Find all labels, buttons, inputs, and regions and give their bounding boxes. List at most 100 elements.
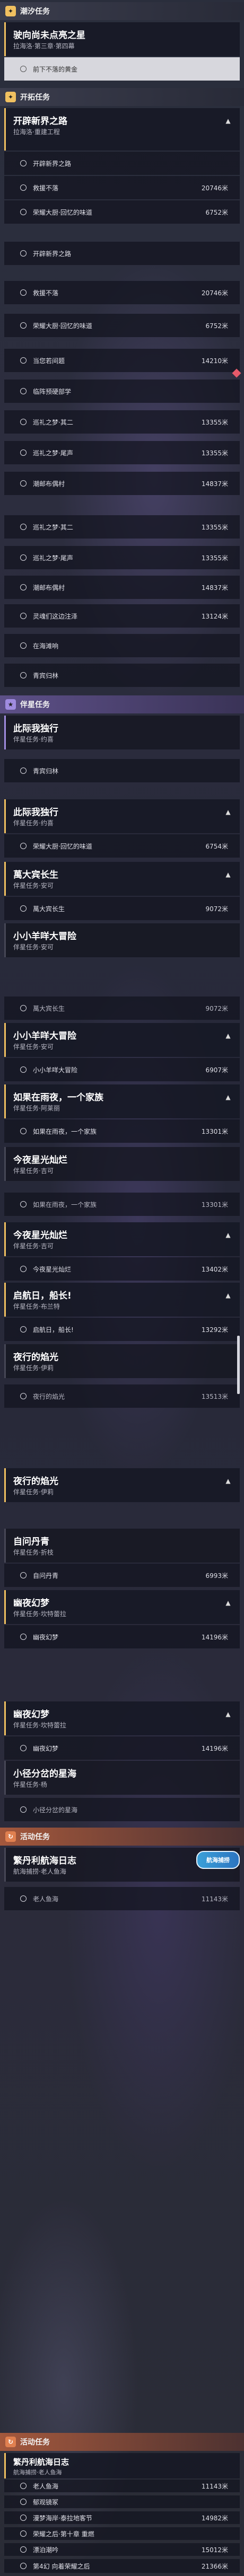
step-radio-icon — [20, 672, 27, 678]
step-radio-icon — [20, 1393, 27, 1399]
quest-step[interactable]: 当您若间题 14210米 — [4, 349, 240, 372]
quest-card[interactable]: 此际我独行 伴星任务·约喜 — [4, 716, 240, 749]
quest-step[interactable]: 巡礼之梦·尾声 13355米 — [4, 441, 240, 464]
chevron-up-icon[interactable]: ▲ — [224, 808, 232, 816]
quest-card[interactable]: 今夜星光灿烂 伴星任务·吉可 ▲ — [4, 1222, 240, 1256]
quest-card[interactable]: 启航日，船长! 伴星任务·布兰特 ▲ — [4, 1283, 240, 1317]
quest-step[interactable]: 小径分岔的星海 — [4, 1798, 240, 1821]
quest-step[interactable]: 漫梦海岸·泰拉地客节 14982米 — [4, 2511, 240, 2524]
quest-step[interactable]: 潮邮布偶村 14837米 — [4, 472, 240, 495]
quest-step[interactable]: 夜行的焰光 13513米 — [4, 1384, 240, 1408]
quest-step[interactable]: 前下不落的黄金 — [4, 57, 240, 81]
quest-step[interactable]: 荣耀大厨·回忆的味道 6752米 — [4, 200, 240, 224]
chevron-up-icon[interactable]: ▲ — [224, 1599, 232, 1607]
quest-step[interactable]: 巡礼之梦·其二 13355米 — [4, 515, 240, 539]
quest-step[interactable]: 第4幻 向着荣耀之后 21366米 — [4, 2559, 240, 2573]
step-distance: 6993米 — [205, 1572, 228, 1580]
quest-step[interactable]: 潮邮布偶村 14837米 — [4, 576, 240, 599]
quest-card[interactable]: 幽夜幻梦 伴星任务·坎特蕾拉 ▲ — [4, 1701, 240, 1735]
step-distance: 14196米 — [201, 1633, 228, 1641]
quest-subtitle: 伴星任务·吉可 — [13, 1242, 54, 1250]
section-header-event: ↻ 活动任务 — [0, 2433, 244, 2451]
quest-step[interactable]: 开辟新界之路 — [4, 242, 240, 265]
quest-card[interactable]: 驶向尚未点亮之星 拉海洛·第三章·第四幕 — [4, 22, 240, 56]
quest-step[interactable]: 幽夜幻梦 14196米 — [4, 1625, 240, 1648]
quest-step[interactable]: 萬大宾长生 9072米 — [4, 996, 240, 1020]
section-header-tide: ✦ 潮汐任务 — [0, 2, 244, 20]
step-distance: 11143米 — [201, 1895, 228, 1903]
quest-step[interactable]: 巡礼之梦·尾声 13355米 — [4, 546, 240, 569]
quest-card[interactable]: 自问丹青 伴星任务·折枝 — [4, 1529, 240, 1563]
quest-step[interactable]: 幽夜幻梦 14196米 — [4, 1736, 240, 1760]
step-distance: 9072米 — [205, 905, 228, 913]
quest-subtitle: 伴星任务·杨 — [13, 1781, 47, 1788]
step-distance: 21366米 — [201, 2562, 228, 2570]
step-distance: 13355米 — [201, 418, 228, 426]
step-label: 青宾归林 — [33, 672, 59, 680]
quest-card[interactable]: 如果在雨夜，一个家族 伴星任务·阿莱丽 ▲ — [4, 1084, 240, 1118]
chevron-up-icon[interactable]: ▲ — [224, 1031, 232, 1040]
quest-card[interactable]: 夜行的焰光 伴星任务·伊莉 — [4, 1344, 240, 1378]
chevron-up-icon[interactable]: ▲ — [224, 1093, 232, 1101]
quest-step[interactable]: 荣耀大厨·回忆的味道 6752米 — [4, 314, 240, 337]
quest-step[interactable]: 小小羊咩大冒险 6907米 — [4, 1058, 240, 1081]
quest-card[interactable]: 小径分岔的星海 伴星任务·杨 — [4, 1761, 240, 1795]
quest-card[interactable]: 繁丹利航海日志 航海捕捞·老人鱼海 — [4, 2453, 240, 2478]
chevron-up-icon[interactable]: ▲ — [224, 1231, 232, 1239]
step-distance: 13301米 — [201, 1127, 228, 1135]
step-distance: 13513米 — [201, 1392, 228, 1400]
companion-star-icon: ★ — [5, 699, 16, 710]
quest-step[interactable]: 青宾归林 — [4, 664, 240, 687]
scrollbar-thumb[interactable] — [237, 1336, 240, 1394]
step-radio-icon — [20, 160, 27, 166]
quest-name: 开辟新界之路 — [13, 116, 67, 127]
quest-step[interactable]: 如果在雨夜，一个家族 13301米 — [4, 1119, 240, 1143]
quest-step[interactable]: 郁观镜冢 — [4, 2495, 240, 2508]
quest-card[interactable]: 开辟新界之路 拉海洛·重建工程 ▲ — [4, 108, 240, 151]
quest-card[interactable]: 今夜星光灿烂 伴星任务·吉可 — [4, 1147, 240, 1181]
step-distance: 14837米 — [201, 480, 228, 488]
quest-subtitle: 拉海洛·第三章·第四幕 — [13, 42, 75, 50]
quest-step[interactable]: 漂泊潮吟 15012米 — [4, 2543, 240, 2556]
quest-step[interactable]: 老人鱼海 11143米 — [4, 2480, 240, 2492]
quest-subtitle: 伴星任务·坎特蕾拉 — [13, 1722, 66, 1729]
quest-step[interactable]: 临阵预硬部学 — [4, 380, 240, 403]
quest-step[interactable]: 今夜星光灿烂 13402米 — [4, 1257, 240, 1281]
quest-card[interactable]: 萬大宾长生 伴星任务·安可 ▲ — [4, 862, 240, 896]
quest-card[interactable]: 小小羊咩大冒险 伴星任务·安可 — [4, 923, 240, 957]
step-radio-icon — [20, 1266, 27, 1272]
sailing-event-logo: 航海捕捞 — [196, 1851, 240, 1869]
quest-step[interactable]: 荣耀之后·第十章 重燃 — [4, 2527, 240, 2540]
quest-step[interactable]: 救援不落 20746米 — [4, 281, 240, 304]
quest-step[interactable]: 自问丹青 6993米 — [4, 1564, 240, 1587]
step-distance: 14210米 — [201, 357, 228, 365]
step-radio-icon — [20, 209, 27, 215]
chevron-up-icon[interactable]: ▲ — [224, 117, 232, 125]
step-radio-icon — [20, 2515, 27, 2521]
quest-step[interactable]: 青宾归林 — [4, 759, 240, 782]
quest-step[interactable]: 老人鱼海 11143米 — [4, 1887, 240, 1910]
quest-step[interactable]: 萬大宾长生 9072米 — [4, 897, 240, 920]
step-distance: 13402米 — [201, 1265, 228, 1273]
quest-step[interactable]: 开辟新界之路 — [4, 152, 240, 175]
quest-step[interactable]: 巡礼之梦·其二 13355米 — [4, 410, 240, 434]
tide-task-icon: ✦ — [5, 6, 16, 16]
chevron-up-icon[interactable]: ▲ — [224, 870, 232, 879]
chevron-up-icon[interactable]: ▲ — [224, 1291, 232, 1300]
quest-subtitle: 航海捕捞·老人鱼海 — [13, 2469, 62, 2476]
quest-card[interactable]: 夜行的焰光 伴星任务·伊莉 ▲ — [4, 1468, 240, 1502]
quest-name: 繁丹利航海日志 — [13, 1856, 76, 1866]
quest-step[interactable]: 灵魂们这边注泽 13124米 — [4, 604, 240, 628]
quest-step[interactable]: 救援不落 20746米 — [4, 176, 240, 199]
quest-step[interactable]: 在海滩响 — [4, 634, 240, 657]
quest-card[interactable]: 幽夜幻梦 伴星任务·坎特蕾拉 ▲ — [4, 1590, 240, 1624]
quest-step[interactable]: 如果在雨夜，一个家族 13301米 — [4, 1193, 240, 1216]
quest-card[interactable]: 此际我独行 伴星任务·约喜 ▲ — [4, 799, 240, 833]
quest-step[interactable]: 启航日，船长! 13292米 — [4, 1318, 240, 1341]
quest-card[interactable]: 小小羊咩大冒险 伴星任务·安可 ▲ — [4, 1023, 240, 1057]
step-distance: 13292米 — [201, 1326, 228, 1334]
section-header-companion: ★ 伴星任务 — [0, 695, 244, 713]
quest-step[interactable]: 荣耀大厨·回忆的味道 6754米 — [4, 834, 240, 858]
chevron-up-icon[interactable]: ▲ — [224, 1710, 232, 1718]
chevron-up-icon[interactable]: ▲ — [224, 1477, 232, 1485]
